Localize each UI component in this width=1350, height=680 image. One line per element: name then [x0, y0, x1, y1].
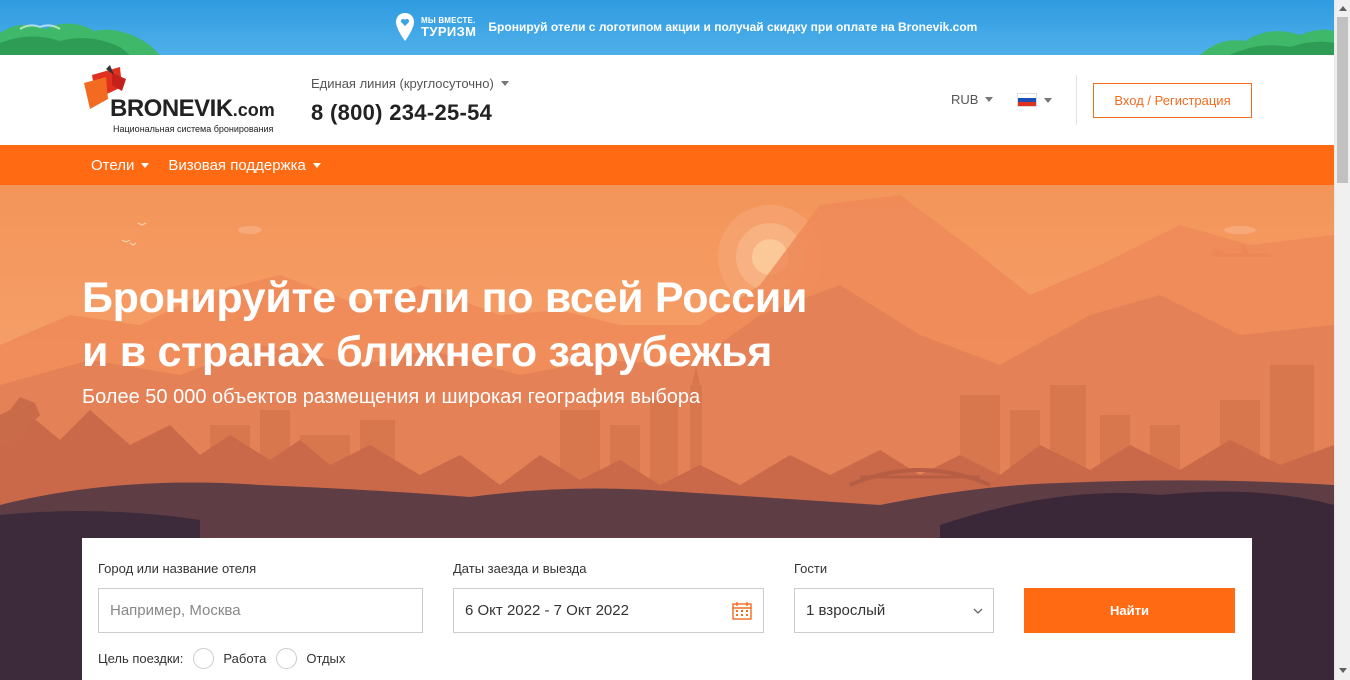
russia-flag-icon: [1017, 93, 1037, 107]
page-scrollbar[interactable]: [1334, 0, 1350, 680]
nav-item-hotels[interactable]: Отели: [91, 156, 150, 174]
chevron-down-icon: [973, 608, 983, 614]
hotline-dropdown[interactable]: Единая линия (круглосуточно): [311, 76, 509, 91]
logo-wordmark: BRONEVIK.com: [110, 95, 275, 123]
scroll-up-icon[interactable]: [1339, 6, 1347, 11]
hero-title-line1: Бронируйте отели по всей России: [82, 274, 808, 322]
logo-word: BRONEVIK: [110, 95, 233, 122]
hero-subtitle: Более 50 000 объектов размещения и широк…: [82, 386, 701, 408]
site-header: BRONEVIK.com Национальная система бронир…: [0, 55, 1334, 145]
guests-label: Гости: [794, 561, 828, 576]
hero-title-line2: и в странах ближнего зарубежья: [82, 328, 773, 376]
scroll-down-icon[interactable]: [1339, 668, 1347, 673]
nav-item-visa[interactable]: Визовая поддержка: [168, 156, 321, 174]
logo-com: .com: [232, 100, 275, 120]
logo-tagline: Национальная система бронирования: [113, 124, 274, 134]
hotline-block: Единая линия (круглосуточно) 8 (800) 234…: [311, 76, 509, 126]
promo-text: Бронируй отели с логотипом акции и получ…: [488, 20, 978, 34]
caret-down-icon: [500, 81, 509, 86]
caret-down-icon: [312, 162, 321, 168]
hotline-label: Единая линия (круглосуточно): [311, 76, 494, 91]
hills-right-decoration: [1200, 29, 1334, 55]
phone-number[interactable]: 8 (800) 234-25-54: [311, 100, 509, 126]
city-field[interactable]: [98, 588, 423, 633]
site-logo[interactable]: BRONEVIK.com Национальная система бронир…: [82, 65, 282, 137]
calendar-icon[interactable]: [732, 601, 752, 620]
login-button[interactable]: Вход / Регистрация: [1093, 83, 1252, 118]
main-nav: Отели Визовая поддержка: [0, 145, 1334, 185]
purpose-work-radio[interactable]: [193, 648, 215, 669]
location-pin-icon: [396, 13, 414, 41]
caret-down-icon: [985, 97, 994, 102]
city-label: Город или название отеля: [98, 561, 257, 576]
nav-item-label: Визовая поддержка: [168, 156, 306, 174]
nav-item-label: Отели: [91, 156, 135, 174]
guests-value: 1 взрослый: [806, 602, 886, 619]
language-selector[interactable]: [1017, 93, 1052, 107]
scrollbar-thumb[interactable]: [1337, 17, 1348, 183]
purpose-work-label[interactable]: Работа: [223, 651, 266, 666]
guests-select[interactable]: 1 взрослый: [794, 588, 994, 633]
find-button[interactable]: Найти: [1024, 588, 1235, 633]
caret-down-icon: [1044, 97, 1052, 103]
hills-left-decoration: [0, 23, 160, 55]
city-input[interactable]: [110, 602, 422, 619]
dates-label: Даты заезда и выезда: [453, 561, 587, 576]
dates-value: 6 Окт 2022 - 7 Окт 2022: [465, 602, 629, 619]
currency-selector[interactable]: RUB: [951, 92, 994, 107]
currency-label: RUB: [951, 92, 979, 107]
trip-purpose: Цель поездки: Работа Отдых: [98, 648, 345, 669]
caret-down-icon: [141, 162, 150, 168]
purpose-leisure-label[interactable]: Отдых: [306, 651, 345, 666]
hero-title: Бронируйте отели по всей России и в стра…: [82, 271, 807, 379]
purpose-label: Цель поездки:: [98, 651, 184, 666]
purpose-leisure-radio[interactable]: [276, 648, 298, 669]
dates-field[interactable]: 6 Окт 2022 - 7 Окт 2022: [453, 588, 764, 633]
promo-banner[interactable]: МЫ ВМЕСТЕ. ТУРИЗМ Бронируй отели с логот…: [0, 0, 1334, 55]
promo-brand-big: ТУРИЗМ: [421, 23, 477, 39]
promo-brand: МЫ ВМЕСТЕ. ТУРИЗМ: [421, 16, 477, 39]
search-panel: Город или название отеля Даты заезда и в…: [82, 538, 1252, 680]
header-divider: [1076, 75, 1077, 125]
